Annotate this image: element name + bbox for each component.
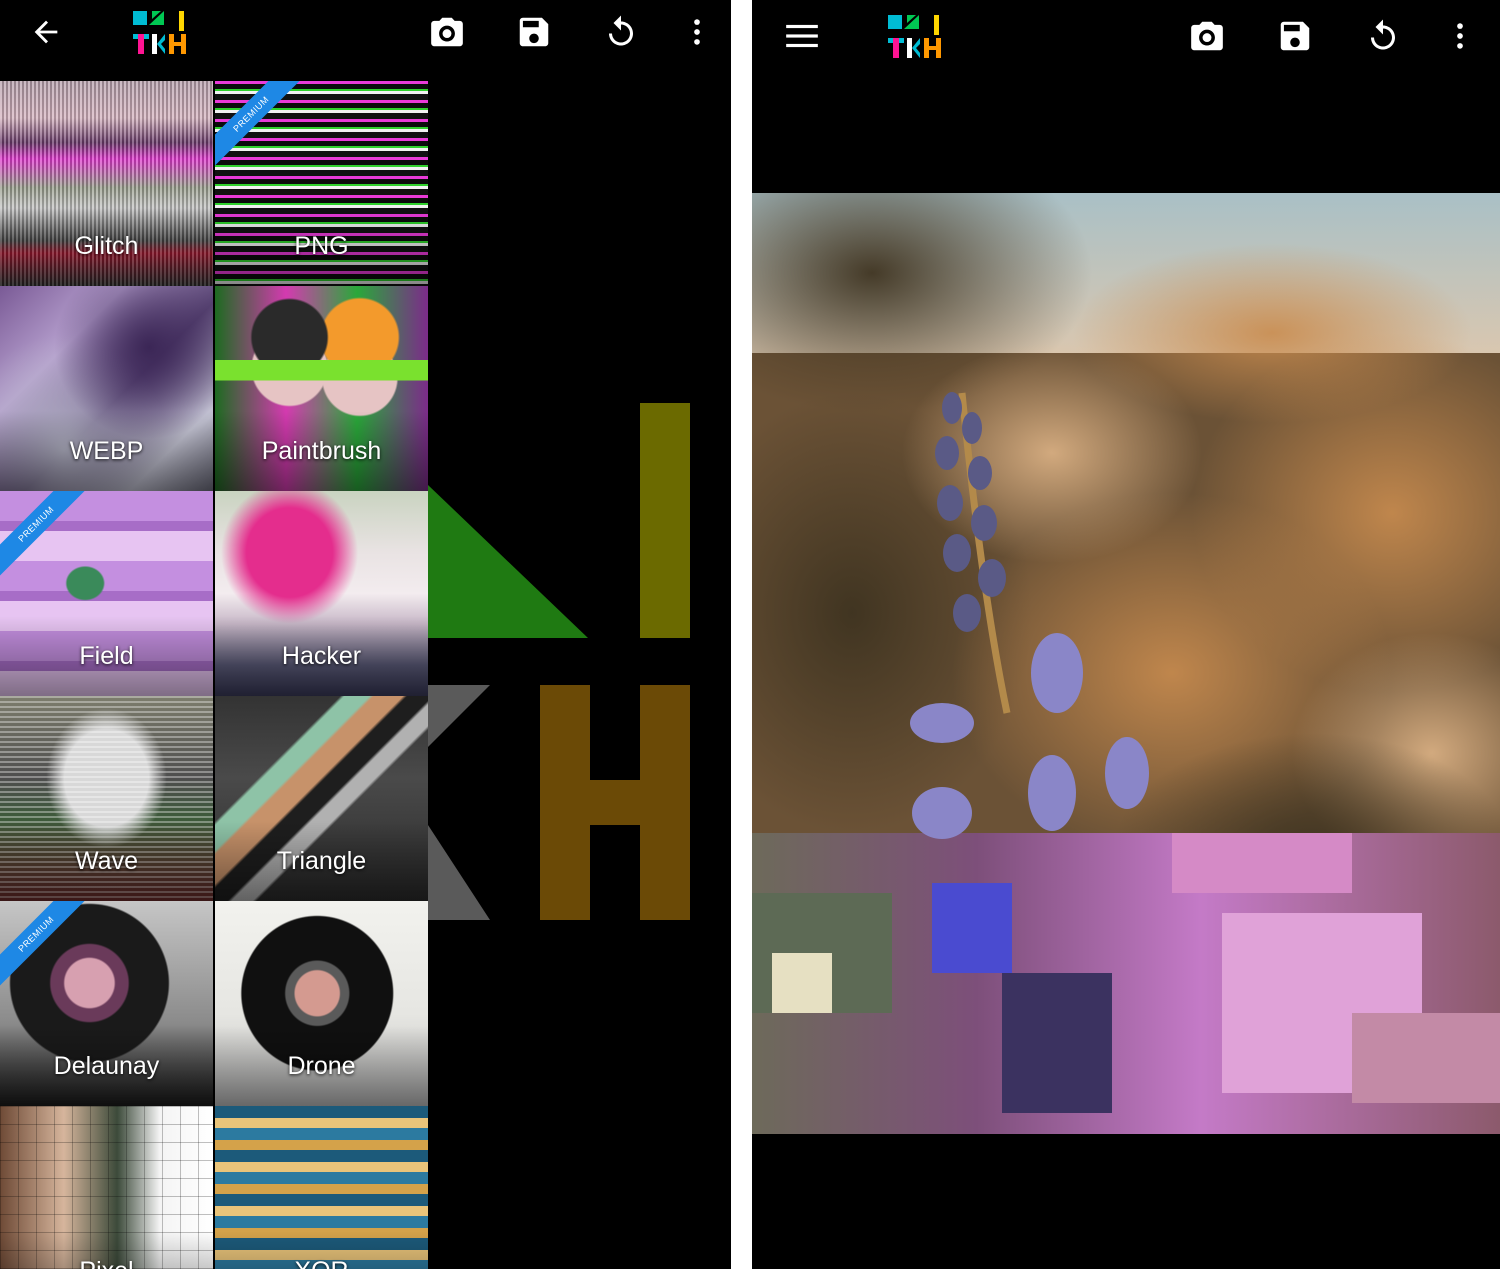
left-toolbar [0,0,731,72]
more-options-button[interactable] [673,8,721,56]
app-logo [886,13,944,61]
effect-label: WEBP [69,437,144,465]
camera-button[interactable] [423,8,471,56]
more-vert-icon [1457,23,1463,49]
save-button[interactable] [510,8,558,56]
effect-tile-png[interactable]: PREMIUM PNG [215,81,428,286]
effect-tile-drone[interactable]: Drone [215,901,428,1106]
more-options-button[interactable] [1436,12,1484,60]
edited-photo[interactable] [752,193,1500,1134]
effect-tile-wave[interactable]: Wave [0,696,213,901]
camera-icon [1191,21,1223,51]
effect-label: Glitch [74,232,139,260]
save-button[interactable] [1271,12,1319,60]
effect-label: Wave [75,847,138,875]
effect-tile-field[interactable]: PREMIUM Field [0,491,213,696]
right-screen [752,0,1500,1269]
effect-tile-paintbrush[interactable]: Paintbrush [215,286,428,491]
effects-grid: Glitch PREMIUM PNG WEBP Paintbrush PREMI… [0,81,428,1269]
effect-label: Pixel [0,1257,213,1269]
menu-button[interactable] [778,12,826,60]
camera-button[interactable] [1183,12,1231,60]
app-logo [131,9,189,57]
effect-label: Paintbrush [261,437,382,465]
effect-label: XOR [215,1257,428,1269]
effect-label: Hacker [281,642,362,670]
save-icon [519,17,549,47]
effect-label: PNG [294,232,349,260]
effect-tile-triangle[interactable]: Triangle [215,696,428,901]
undo-button[interactable] [1359,12,1407,60]
undo-icon [609,15,633,46]
save-icon [1280,21,1310,51]
effect-label: Triangle [276,847,367,875]
more-vert-icon [694,19,700,45]
effect-tile-hacker[interactable]: Hacker [215,491,428,696]
back-button[interactable] [22,8,70,56]
effect-label: Field [79,642,134,670]
effect-tile-webp[interactable]: WEBP [0,286,213,491]
background-logo [428,403,690,920]
hamburger-menu-icon [786,24,818,48]
undo-button[interactable] [597,8,645,56]
camera-icon [431,17,463,47]
effect-tile-delaunay[interactable]: PREMIUM Delaunay [0,901,213,1106]
effect-tile-glitch[interactable]: Glitch [0,81,213,286]
effect-tile-xor[interactable]: XOR [215,1106,428,1269]
effect-tile-pixel[interactable]: Pixel [0,1106,213,1269]
photo-canvas [752,193,1500,1134]
left-screen: Glitch PREMIUM PNG WEBP Paintbrush PREMI… [0,0,731,1269]
arrow-back-icon [34,20,58,44]
undo-icon [1371,19,1395,50]
right-toolbar [752,0,1500,72]
effect-label: Drone [287,1052,356,1080]
effect-label: Delaunay [53,1052,160,1080]
